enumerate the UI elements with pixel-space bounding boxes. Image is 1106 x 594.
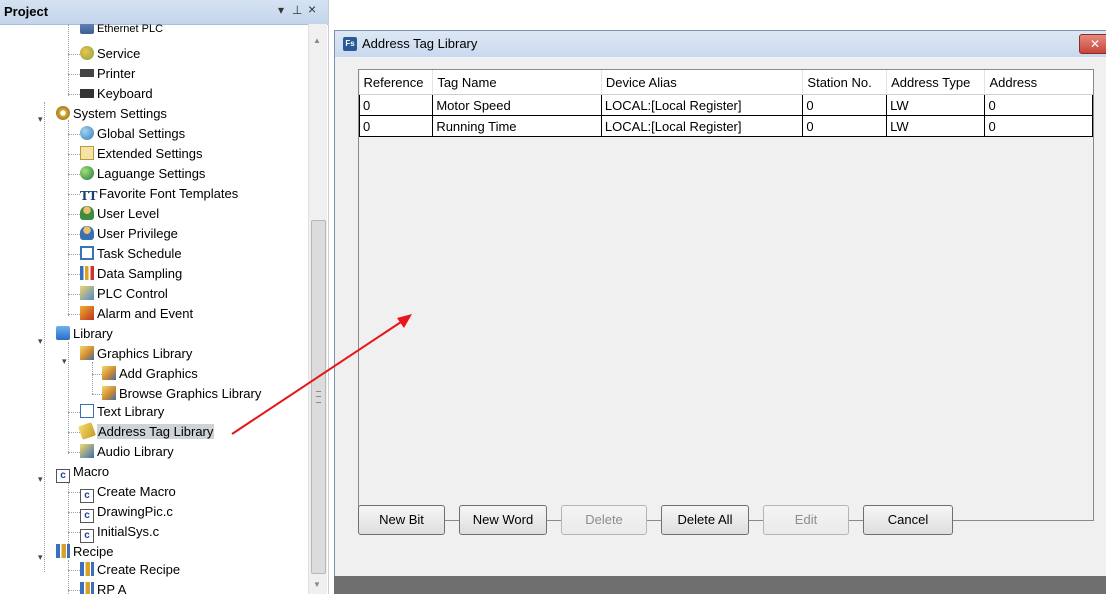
annotation-arrow: [231, 314, 412, 435]
annotation-arrow-line: [231, 319, 405, 435]
annotation-arrow-head: [397, 314, 412, 328]
